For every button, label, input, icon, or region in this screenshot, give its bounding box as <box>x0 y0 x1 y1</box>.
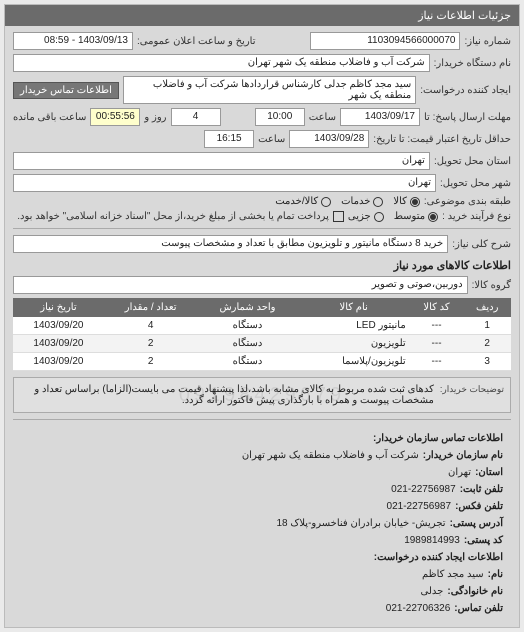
table-row: 2 --- تلویزیون دستگاه 2 1403/09/20 <box>13 335 511 353</box>
price-valid-date: 1403/09/28 <box>289 130 369 148</box>
price-valid-label: حداقل تاریخ اعتبار قیمت: تا تاریخ: <box>373 134 511 145</box>
col-qty: تعداد / مقدار <box>104 298 197 317</box>
treasury-checkbox[interactable] <box>333 211 344 222</box>
col-row: ردیف <box>463 298 511 317</box>
price-valid-time: 16:15 <box>204 130 254 148</box>
goods-group-field: دوربین،صوتی و تصویر <box>13 276 468 294</box>
buyer-unit-label: نام دستگاه خریدار: <box>434 58 511 69</box>
time-remain: 00:55:56 <box>90 108 140 126</box>
desc-label: شرح کلی نیاز: <box>452 239 511 250</box>
table-row: 3 --- تلویزیون/پلاسما دستگاه 2 1403/09/2… <box>13 353 511 371</box>
need-details-panel: جزئیات اطلاعات نیاز شماره نیاز: 11030945… <box>4 4 520 628</box>
process-note: پرداخت تمام یا بخشی از مبلغ خرید،از محل … <box>17 211 329 222</box>
table-row: 1 --- مانیتور LED دستگاه 4 1403/09/20 <box>13 317 511 335</box>
city-label: شهر محل تحویل: <box>440 178 511 189</box>
hour-label-1: ساعت <box>309 112 336 123</box>
requester-field: سید مجد کاظم جدلی کارشناس قراردادها شرکت… <box>123 76 416 104</box>
col-name: نام کالا <box>298 298 410 317</box>
buyer-note-label: توضیحات خریدار: <box>440 384 504 406</box>
goods-title: اطلاعات کالاهای مورد نیاز <box>13 259 511 272</box>
hour-label-2: ساعت <box>258 134 285 145</box>
announce-field: 1403/09/13 - 08:59 <box>13 32 133 50</box>
requester-label: ایجاد کننده درخواست: <box>420 85 511 96</box>
province-label: استان محل تحویل: <box>434 156 511 167</box>
reqno-label: شماره نیاز: <box>464 36 511 47</box>
class-both[interactable]: کالا/خدمت <box>275 196 331 207</box>
buyer-note-text: کدهای ثبت شده مربوط به کالای مشابه باشد،… <box>20 384 434 406</box>
province-field: تهران <box>13 152 430 170</box>
radio-icon <box>428 212 438 222</box>
days-remain-label: روز و <box>144 112 166 123</box>
buyer-note-box: 09198429679 توضیحات خریدار: کدهای ثبت شد… <box>13 377 511 413</box>
class-kala[interactable]: کالا <box>393 196 420 207</box>
goods-head-row: ردیف کد کالا نام کالا واحد شمارش تعداد /… <box>13 298 511 317</box>
city-field: تهران <box>13 174 436 192</box>
buyer-unit-field: شرکت آب و فاضلاب منطقه یک شهر تهران <box>13 54 430 72</box>
deadline-send-label: مهلت ارسال پاسخ: تا <box>424 112 511 123</box>
process-radio-group: متوسط جزیی <box>348 211 438 222</box>
contact-block: اطلاعات تماس سازمان خریدار: نام سازمان خ… <box>13 426 511 621</box>
process-jozi[interactable]: جزیی <box>348 211 384 222</box>
col-unit: واحد شمارش <box>197 298 297 317</box>
panel-title: جزئیات اطلاعات نیاز <box>5 5 519 26</box>
announce-label: تاریخ و ساعت اعلان عمومی: <box>137 36 256 47</box>
buyer-contact-button[interactable]: اطلاعات تماس خریدار <box>13 82 119 99</box>
goods-table: ردیف کد کالا نام کالا واحد شمارش تعداد /… <box>13 298 511 371</box>
goods-group-label: گروه کالا: <box>472 280 511 291</box>
radio-icon <box>374 212 384 222</box>
days-remain: 4 <box>171 108 221 126</box>
col-date: تاریخ نیاز <box>13 298 104 317</box>
divider <box>13 228 511 229</box>
contact-title: اطلاعات تماس سازمان خریدار: <box>373 430 503 447</box>
radio-icon <box>373 197 383 207</box>
class-label: طبقه بندی موضوعی: <box>424 196 511 207</box>
reqno-field: 1103094566000070 <box>310 32 460 50</box>
divider <box>13 419 511 420</box>
class-radio-group: کالا خدمات کالا/خدمت <box>275 196 420 207</box>
process-motavaset[interactable]: متوسط <box>394 211 438 222</box>
time-remain-label: ساعت باقی مانده <box>13 112 86 123</box>
radio-icon <box>410 197 420 207</box>
class-khadamat[interactable]: خدمات <box>341 196 383 207</box>
deadline-send-date: 1403/09/17 <box>340 108 420 126</box>
creator-title: اطلاعات ایجاد کننده درخواست: <box>374 549 503 566</box>
radio-icon <box>321 197 331 207</box>
process-label: نوع فرآیند خرید : <box>442 211 511 222</box>
deadline-send-time: 10:00 <box>255 108 305 126</box>
col-code: کد کالا <box>410 298 464 317</box>
desc-field: خرید 8 دستگاه مانیتور و تلویزیون مطابق ب… <box>13 235 448 253</box>
